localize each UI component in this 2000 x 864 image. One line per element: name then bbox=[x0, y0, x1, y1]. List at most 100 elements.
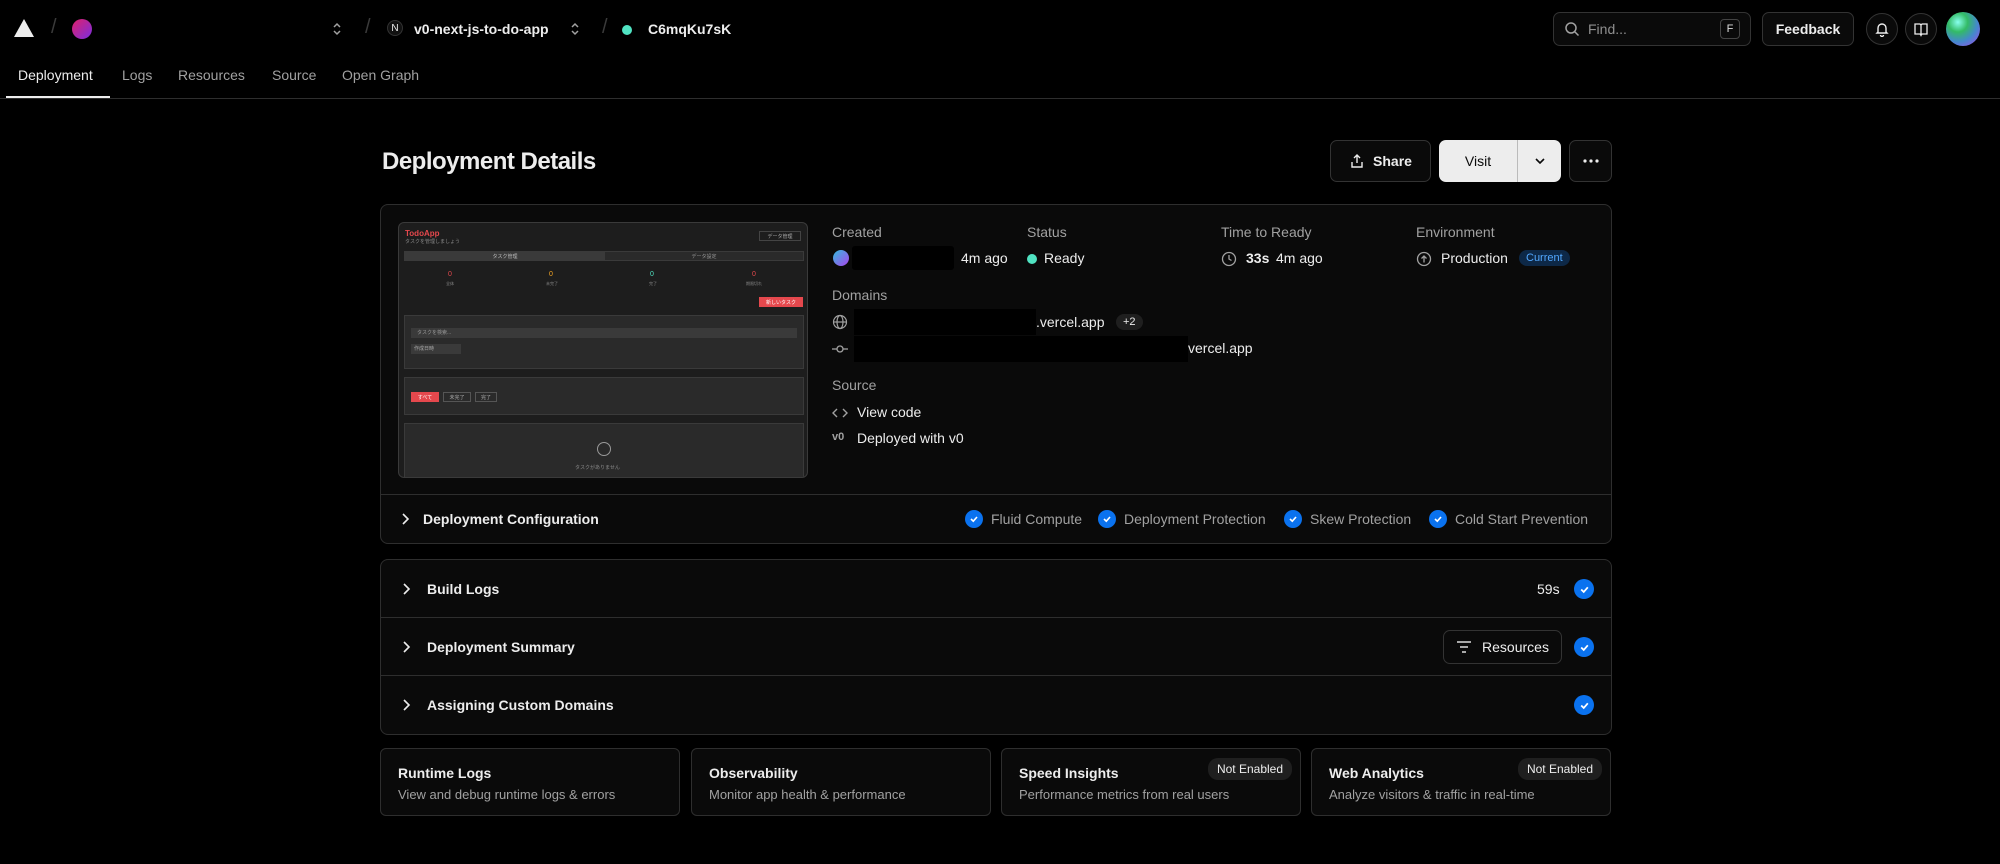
summary-complete-check-icon bbox=[1574, 637, 1594, 657]
feature-label: Deployment Protection bbox=[1124, 511, 1266, 527]
expand-configuration-chevron-right-icon[interactable] bbox=[398, 512, 412, 526]
project-switcher-chevron-icon[interactable] bbox=[568, 21, 582, 37]
preview-theme-button: データ管理 bbox=[759, 231, 801, 241]
feature-label: Fluid Compute bbox=[991, 511, 1083, 527]
feedback-button[interactable]: Feedback bbox=[1762, 12, 1854, 46]
resources-button[interactable]: Resources bbox=[1443, 630, 1562, 664]
tab-source[interactable]: Source bbox=[272, 67, 316, 83]
observability-card[interactable]: Observability Monitor app health & perfo… bbox=[691, 748, 991, 816]
build-duration: 59s bbox=[1537, 581, 1560, 597]
tab-resources[interactable]: Resources bbox=[178, 67, 245, 83]
card-description: View and debug runtime logs & errors bbox=[398, 787, 616, 802]
more-options-button[interactable] bbox=[1569, 140, 1612, 182]
production-arrow-icon bbox=[1416, 251, 1432, 267]
expand-summary-chevron-right-icon[interactable] bbox=[399, 640, 413, 654]
check-icon bbox=[1098, 510, 1116, 528]
build-complete-check-icon bbox=[1574, 579, 1594, 599]
preview-filter-done: 完了 bbox=[475, 392, 497, 402]
team-avatar[interactable] bbox=[72, 19, 92, 39]
breadcrumb-separator: / bbox=[365, 16, 371, 38]
tab-open-graph[interactable]: Open Graph bbox=[342, 67, 419, 83]
active-tab-indicator bbox=[6, 96, 110, 98]
feature-label: Cold Start Prevention bbox=[1455, 511, 1589, 527]
preview-search-input: タスクを検索... bbox=[411, 328, 797, 338]
status-value: Ready bbox=[1044, 250, 1085, 266]
find-input[interactable]: Find... F bbox=[1553, 12, 1751, 46]
assigning-domains-title[interactable]: Assigning Custom Domains bbox=[427, 697, 614, 713]
current-badge: Current bbox=[1519, 250, 1570, 266]
speed-insights-card[interactable]: Speed Insights Not Enabled Performance m… bbox=[1001, 748, 1301, 816]
created-time: 4m ago bbox=[961, 250, 1008, 266]
preview-stat-label: 完了 bbox=[649, 281, 657, 286]
v0-icon: v0 bbox=[832, 431, 845, 443]
find-shortcut-key: F bbox=[1720, 19, 1740, 39]
resources-label: Resources bbox=[1482, 639, 1549, 655]
time-to-ready-ago: 4m ago bbox=[1276, 250, 1323, 266]
visit-button[interactable]: Visit bbox=[1439, 140, 1518, 182]
user-avatar[interactable] bbox=[1946, 12, 1980, 46]
build-logs-title[interactable]: Build Logs bbox=[427, 581, 499, 597]
runtime-logs-card[interactable]: Runtime Logs View and debug runtime logs… bbox=[380, 748, 680, 816]
filter-lines-icon bbox=[1456, 640, 1472, 654]
deployment-status-dot-icon bbox=[622, 25, 632, 35]
preview-stat-value: 0 bbox=[549, 271, 553, 278]
docs-book-icon[interactable] bbox=[1905, 13, 1937, 45]
created-label: Created bbox=[832, 224, 882, 240]
source-label: Source bbox=[832, 377, 877, 393]
view-code-link[interactable]: View code bbox=[857, 404, 921, 420]
feature-fluid-compute: Fluid Compute bbox=[965, 510, 1082, 528]
breadcrumb-separator: / bbox=[602, 16, 608, 38]
share-label: Share bbox=[1373, 153, 1412, 169]
deployment-id: C6mqKu7sK bbox=[648, 21, 732, 37]
domain-1-redacted[interactable] bbox=[854, 309, 1036, 335]
preview-stat-label: 全体 bbox=[446, 281, 454, 286]
check-icon bbox=[1284, 510, 1302, 528]
deployment-preview-screenshot[interactable]: TodoApp タスクを管理しましょう データ管理 タスク管理 データ設定 0 … bbox=[398, 222, 808, 478]
preview-empty-panel: タスクがありません bbox=[404, 423, 804, 477]
domain-2-suffix[interactable]: vercel.app bbox=[1188, 340, 1253, 356]
card-description: Monitor app health & performance bbox=[709, 787, 906, 802]
search-icon bbox=[1564, 21, 1580, 37]
deployment-summary-title[interactable]: Deployment Summary bbox=[427, 639, 575, 655]
preview-stat-label: 期限切れ bbox=[746, 281, 762, 286]
preview-tab-1: タスク管理 bbox=[405, 252, 605, 260]
team-name-redacted[interactable] bbox=[98, 12, 326, 46]
page-title: Deployment Details bbox=[382, 148, 596, 175]
domains-complete-check-icon bbox=[1574, 695, 1594, 715]
expand-build-logs-chevron-right-icon[interactable] bbox=[399, 582, 413, 596]
divider bbox=[381, 494, 1611, 495]
divider bbox=[381, 675, 1611, 676]
share-icon bbox=[1349, 153, 1365, 169]
top-bar: / / N v0-next-js-to-do-app / C6mqKu7sK F… bbox=[0, 0, 2000, 58]
code-icon bbox=[832, 405, 848, 421]
check-icon bbox=[965, 510, 983, 528]
notifications-bell-icon[interactable] bbox=[1866, 13, 1898, 45]
preview-empty-check-icon bbox=[597, 442, 611, 456]
time-to-ready-label: Time to Ready bbox=[1221, 224, 1312, 240]
card-title: Web Analytics bbox=[1329, 765, 1424, 781]
domain-2-redacted[interactable] bbox=[854, 336, 1188, 362]
domain-1-suffix[interactable]: .vercel.app bbox=[1036, 314, 1104, 330]
tab-deployment[interactable]: Deployment bbox=[18, 67, 93, 83]
globe-icon bbox=[832, 314, 848, 330]
preview-filter-panel: すべて 未完了 完了 bbox=[404, 377, 804, 415]
preview-stat-label: 未完了 bbox=[546, 281, 558, 286]
expand-domains-chevron-right-icon[interactable] bbox=[399, 698, 413, 712]
visit-button-group: Visit bbox=[1439, 140, 1561, 182]
preview-stat-value: 0 bbox=[448, 271, 452, 278]
card-title: Observability bbox=[709, 765, 798, 781]
nextjs-icon: N bbox=[387, 20, 403, 36]
preview-stat-value: 0 bbox=[650, 271, 654, 278]
web-analytics-card[interactable]: Web Analytics Not Enabled Analyze visito… bbox=[1311, 748, 1611, 816]
visit-options-chevron-down-icon[interactable] bbox=[1518, 140, 1561, 182]
deployment-configuration-title[interactable]: Deployment Configuration bbox=[423, 511, 599, 527]
team-switcher-chevron-icon[interactable] bbox=[330, 21, 344, 37]
project-name[interactable]: v0-next-js-to-do-app bbox=[414, 21, 549, 37]
share-button[interactable]: Share bbox=[1330, 140, 1431, 182]
vercel-logo-icon[interactable] bbox=[13, 18, 35, 38]
tab-logs[interactable]: Logs bbox=[122, 67, 152, 83]
card-title: Speed Insights bbox=[1019, 765, 1119, 781]
breadcrumb-separator: / bbox=[51, 16, 57, 38]
preview-stats: 0 全体 0 未完了 0 完了 0 期限切れ bbox=[404, 265, 804, 301]
more-domains-badge[interactable]: +2 bbox=[1116, 314, 1143, 330]
